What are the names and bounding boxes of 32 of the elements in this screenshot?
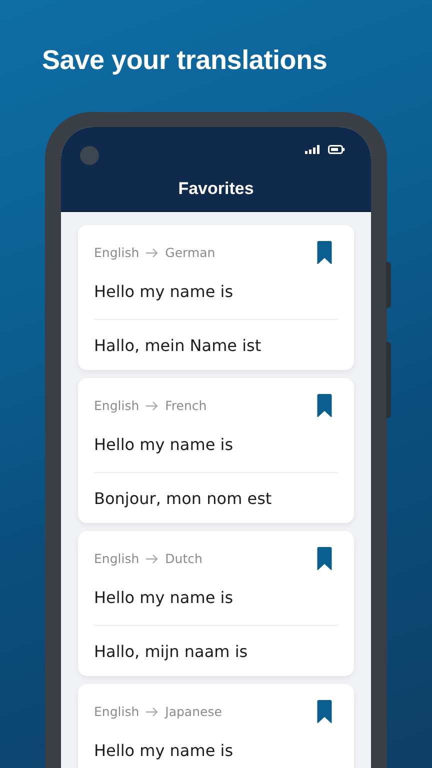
translation-card[interactable]: English French Hello my name is Bonjour, mon nom est bbox=[78, 378, 354, 523]
battery-icon bbox=[328, 145, 345, 154]
screen-title: Favorites bbox=[177, 179, 255, 199]
bookmark-icon[interactable] bbox=[317, 546, 332, 570]
source-language: English bbox=[94, 704, 140, 720]
source-text: Hello my name is bbox=[94, 434, 234, 456]
source-language: English bbox=[94, 398, 140, 414]
translated-text: Hallo, mijn naam is bbox=[94, 625, 338, 676]
source-language: English bbox=[94, 245, 140, 261]
arrow-icon bbox=[145, 248, 160, 258]
arrow-icon bbox=[145, 554, 160, 564]
bookmark-icon[interactable] bbox=[317, 700, 332, 722]
camera-icon bbox=[80, 146, 99, 165]
target-language: Dutch bbox=[165, 551, 202, 567]
translation-card[interactable]: English Dutch Hello my name is Hallo, mijn naam is bbox=[78, 531, 354, 676]
source-text: Hello my name is bbox=[94, 280, 234, 302]
translated-text: Bonjour, mon nom est bbox=[94, 472, 338, 523]
translation-card[interactable]: English Japanese Hello my name is bbox=[78, 684, 354, 768]
translated-text: Hallo, mein Name ist bbox=[94, 319, 338, 370]
target-language: German bbox=[165, 245, 216, 261]
arrow-icon bbox=[145, 401, 160, 411]
source-text: Hello my name is bbox=[94, 740, 234, 762]
headline: Save your translations bbox=[42, 44, 328, 76]
source-language: English bbox=[94, 551, 140, 567]
translation-card[interactable]: English German Hello my name is Hallo, mein Name ist bbox=[78, 225, 354, 370]
bookmark-icon[interactable] bbox=[317, 240, 332, 264]
signal-icon bbox=[305, 145, 321, 154]
bookmark-icon[interactable] bbox=[317, 394, 332, 416]
source-text: Hello my name is bbox=[94, 586, 234, 608]
target-language: Japanese bbox=[165, 704, 222, 720]
target-language: French bbox=[165, 398, 207, 414]
arrow-icon bbox=[145, 707, 160, 717]
